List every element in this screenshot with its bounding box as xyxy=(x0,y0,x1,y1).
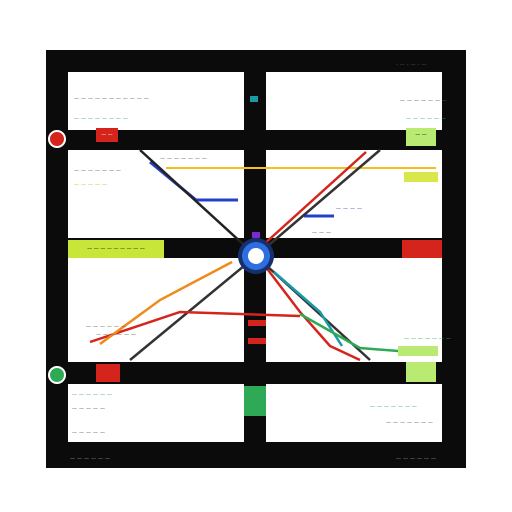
panel-mid-right-yellow-tag[interactable] xyxy=(404,172,438,182)
lower-left-red-badge[interactable] xyxy=(96,364,120,382)
panel-mid-left-line1: — — — — — — — xyxy=(74,168,122,174)
red-marker-2 xyxy=(248,338,266,344)
record-dot-icon[interactable] xyxy=(48,130,66,148)
panel-low-left-line1: — — — — — — xyxy=(86,324,127,330)
panel-top-right-badge[interactable]: — — xyxy=(406,128,436,146)
panel-bottom-left-line3: — — — — — xyxy=(72,430,106,436)
panel-mid-right-line2: — — — xyxy=(312,230,332,236)
panel-top-right-line1: — — — — — — — xyxy=(400,98,448,104)
panel-top-left-line1: — — — — — — — — — — — xyxy=(74,96,150,102)
top-right-caption: - — - — - — xyxy=(396,62,427,68)
panel-top-left-badge[interactable]: — — xyxy=(96,128,118,142)
panel-mid-left-banner[interactable]: — — — — — — — — — xyxy=(68,240,164,258)
panel-low-right-line1: — — — — — — — xyxy=(404,336,452,342)
panel-top-right-line2: — — — — — — xyxy=(406,116,447,122)
panel-low-right-tag[interactable] xyxy=(398,346,438,356)
red-marker-1 xyxy=(248,320,266,326)
bottom-left-caption: — — — — — — xyxy=(70,456,111,462)
center-green-tag[interactable] xyxy=(244,386,266,416)
compass-hub-icon[interactable] xyxy=(236,232,276,276)
teal-marker xyxy=(250,96,258,102)
panel-top-left-line2: — — — — — — — — xyxy=(74,116,129,122)
panel-bottom-left-line1: — — — — — — xyxy=(72,392,113,398)
panel-mid-right-line1: — — — — xyxy=(336,206,363,212)
panel-low-left[interactable] xyxy=(68,258,244,362)
lower-right-green-badge[interactable] xyxy=(406,362,436,382)
panel-bottom-right[interactable] xyxy=(266,384,442,442)
panel-mid-left-line2: — — — — — xyxy=(74,182,108,188)
panel-bottom-right-line1: — — — — — — — xyxy=(370,404,418,410)
panel-mid-left-header: — — — — — — — xyxy=(160,156,208,162)
panel-mid-right[interactable] xyxy=(266,150,442,238)
panel-mid-left[interactable] xyxy=(68,150,244,238)
mid-right-red-badge[interactable] xyxy=(402,240,442,258)
panel-bottom-right-line2: — — — — — — — xyxy=(386,420,434,426)
bottom-right-caption: — — — — — — xyxy=(396,456,437,462)
panel-low-left-line2: — — — — — — xyxy=(96,332,137,338)
panel-bottom-left-line2: — — — — — xyxy=(72,406,106,412)
green-dot-icon[interactable] xyxy=(48,366,66,384)
